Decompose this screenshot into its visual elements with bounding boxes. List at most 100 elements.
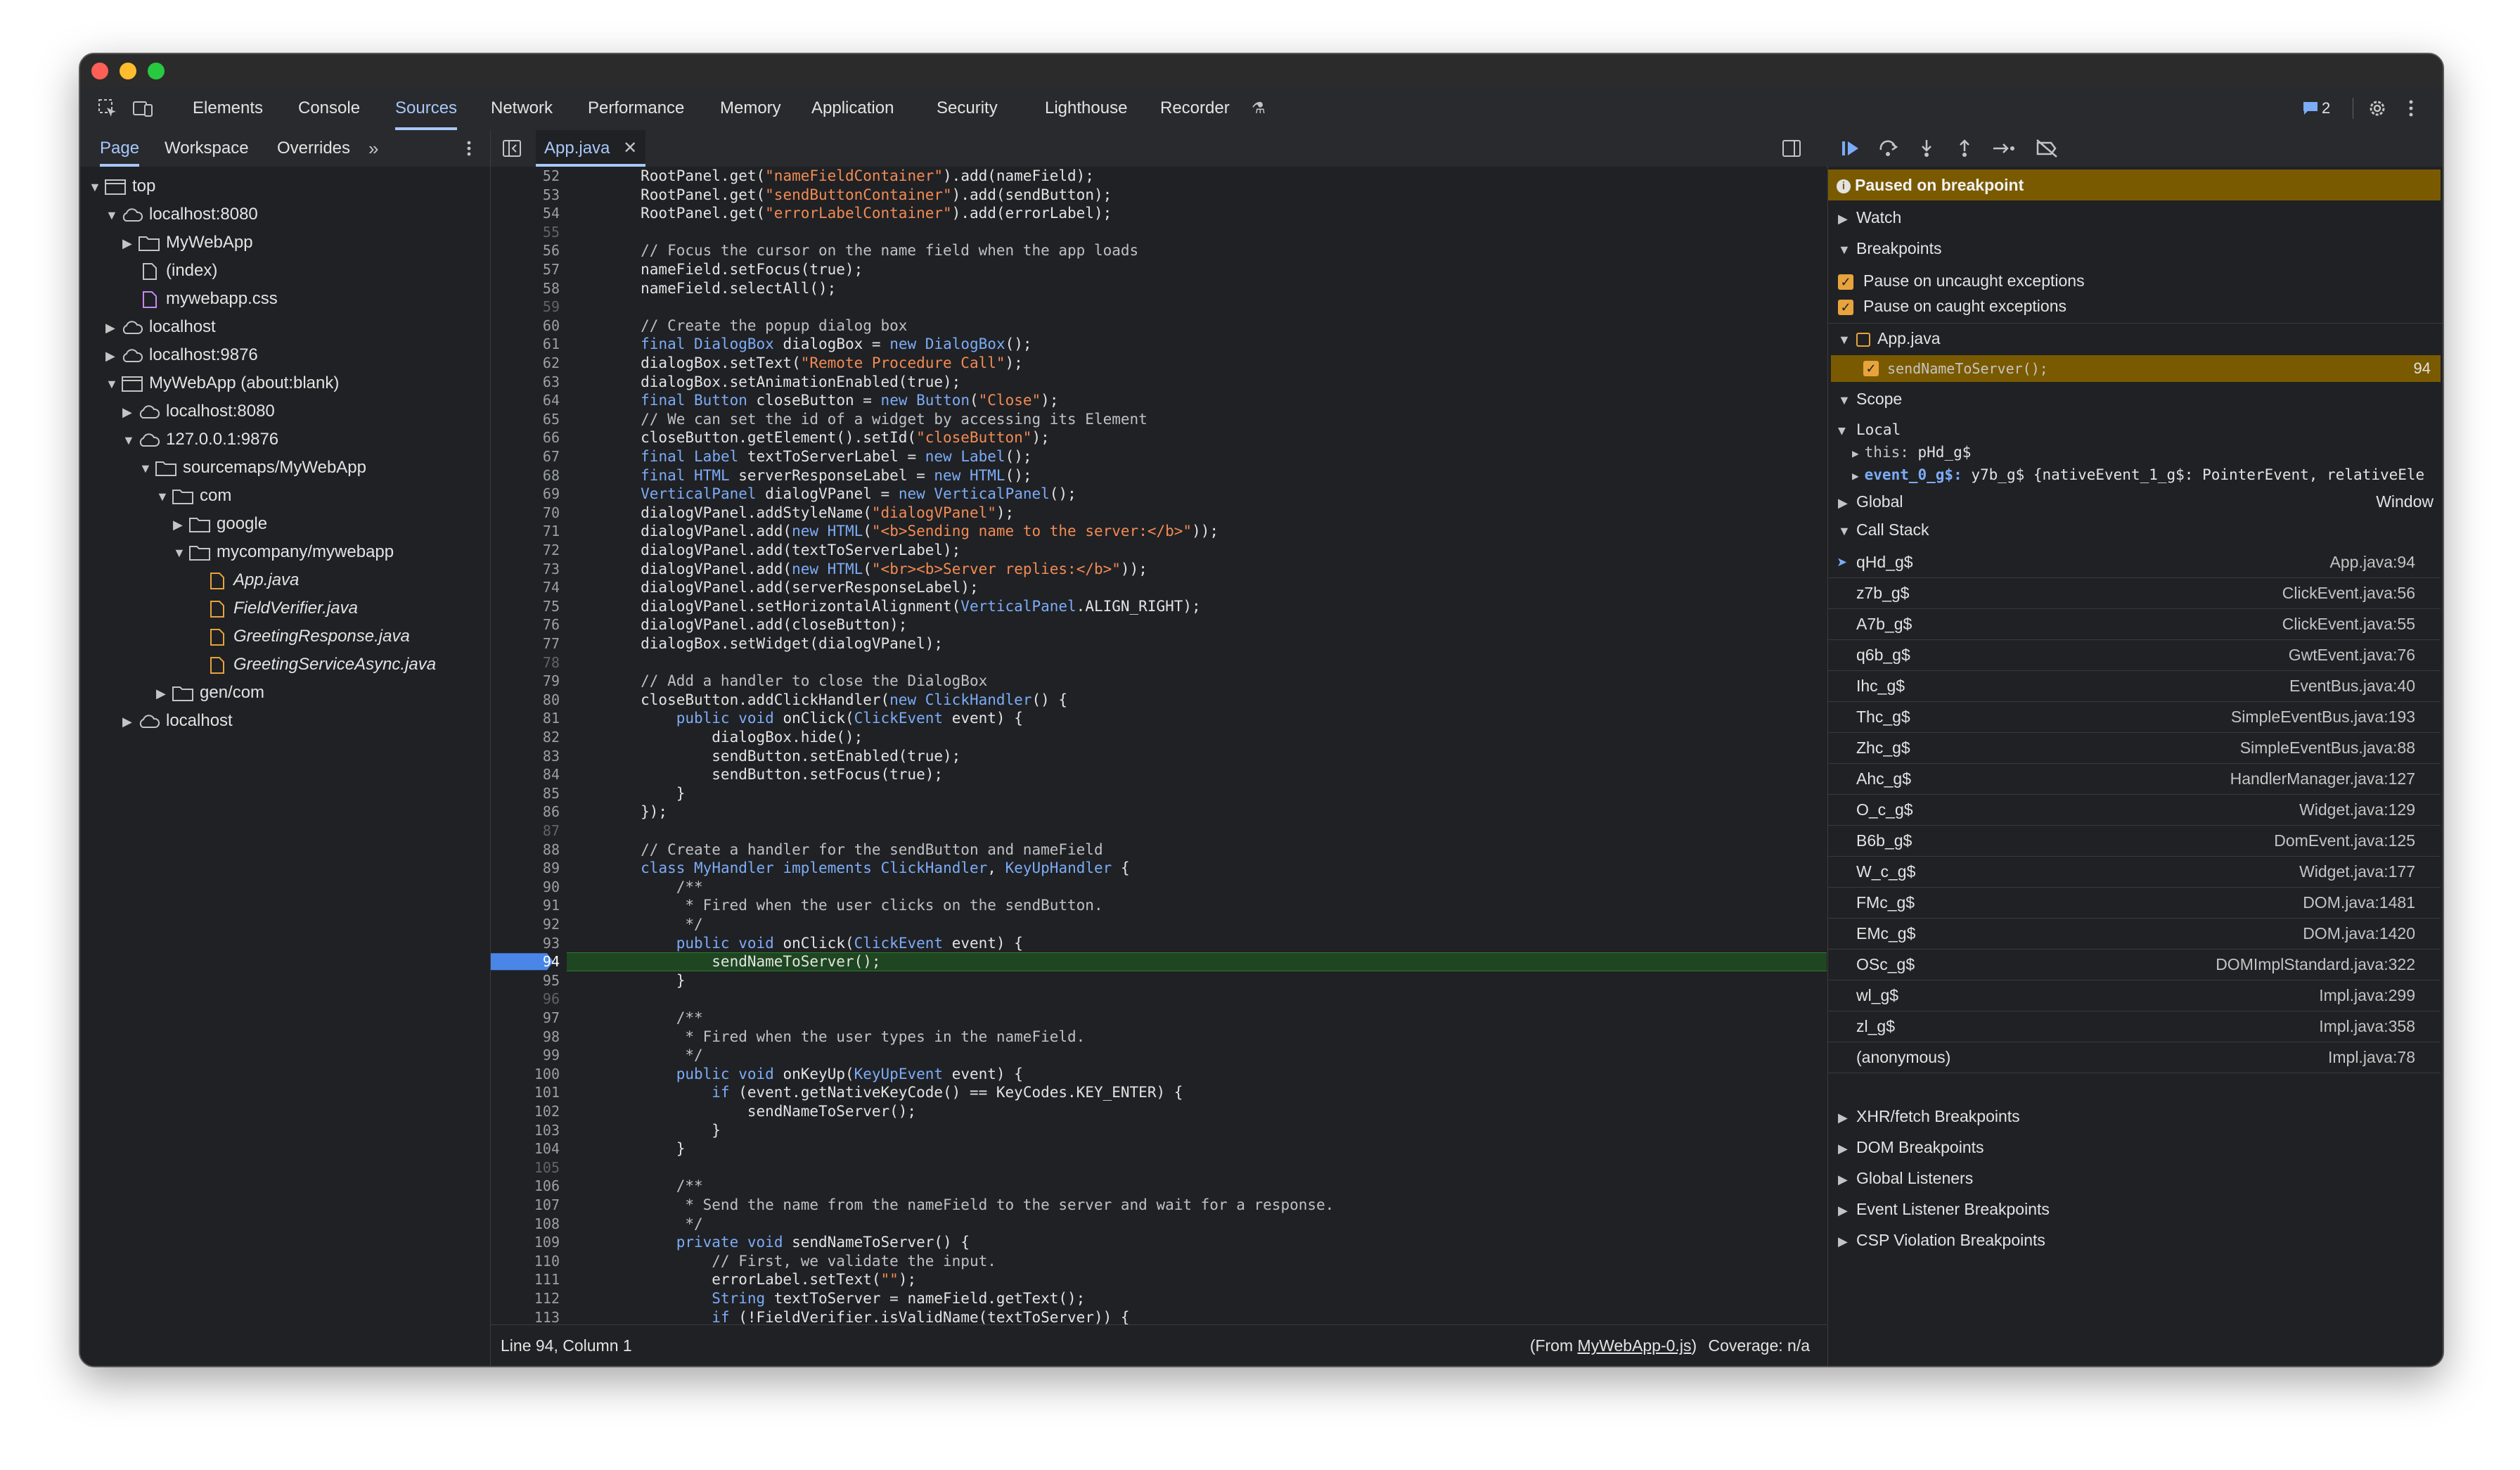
call-stack-frame[interactable]: O_c_g$ Widget.java:129	[1828, 794, 2441, 826]
tree-item[interactable]: ▶ gen/com	[156, 679, 264, 707]
line-number[interactable]: 72	[543, 541, 560, 560]
frame-location[interactable]: ClickEvent.java:55	[2282, 608, 2415, 639]
line-number[interactable]: 95	[543, 971, 560, 990]
debugger-section[interactable]: ▶ DOM Breakpoints	[1828, 1132, 2441, 1163]
frame-location[interactable]: Impl.java:78	[2328, 1042, 2415, 1073]
line-number[interactable]: 82	[543, 728, 560, 747]
line-number[interactable]: 56	[543, 241, 560, 260]
frame-location[interactable]: SimpleEventBus.java:88	[2240, 732, 2415, 763]
line-number[interactable]: 105	[534, 1158, 560, 1177]
line-number[interactable]: 96	[543, 990, 560, 1009]
collapse-arrow-icon[interactable]: ▼	[105, 201, 121, 229]
issues-icon[interactable]	[2302, 101, 2319, 116]
line-number[interactable]: 57	[543, 260, 560, 279]
frame-location[interactable]: App.java:94	[2330, 547, 2415, 577]
navigator-menu-icon[interactable]	[460, 139, 478, 158]
frame-location[interactable]: DOM.java:1481	[2303, 887, 2415, 918]
line-number[interactable]: 106	[534, 1177, 560, 1196]
call-stack-frame[interactable]: wl_g$ Impl.java:299	[1828, 980, 2441, 1011]
line-number[interactable]: 98	[543, 1028, 560, 1047]
call-stack-frame[interactable]: ➤ qHd_g$ App.java:94	[1828, 547, 2441, 578]
call-stack-frame[interactable]: Ahc_g$ HandlerManager.java:127	[1828, 763, 2441, 795]
line-number[interactable]: 84	[543, 765, 560, 784]
expand-arrow-icon[interactable]: ▶	[122, 398, 138, 426]
line-number[interactable]: 62	[543, 354, 560, 373]
settings-gear-icon[interactable]	[2367, 98, 2388, 119]
tab-memory[interactable]: Memory	[720, 87, 781, 130]
frame-location[interactable]: HandlerManager.java:127	[2230, 763, 2415, 794]
call-stack-frame[interactable]: z7b_g$ ClickEvent.java:56	[1828, 577, 2441, 609]
line-number[interactable]: 90	[543, 878, 560, 897]
line-number[interactable]: 61	[543, 335, 560, 354]
line-number[interactable]: 69	[543, 485, 560, 504]
tab-application[interactable]: Application	[811, 87, 894, 130]
call-stack-frame[interactable]: Thc_g$ SimpleEventBus.java:193	[1828, 701, 2441, 733]
frame-location[interactable]: GwtEvent.java:76	[2289, 639, 2415, 670]
line-number[interactable]: 66	[543, 428, 560, 447]
call-stack-frame[interactable]: Zhc_g$ SimpleEventBus.java:88	[1828, 732, 2441, 764]
line-number[interactable]: 59	[543, 298, 560, 317]
line-number[interactable]: 88	[543, 841, 560, 859]
tab-sources[interactable]: Sources	[395, 87, 458, 130]
toggle-debugger-icon[interactable]	[1782, 139, 1801, 158]
minimize-window-button[interactable]	[120, 63, 136, 79]
tree-item[interactable]: (index)	[122, 257, 217, 285]
line-number[interactable]: 111	[534, 1270, 560, 1289]
frame-location[interactable]: DomEvent.java:125	[2274, 825, 2415, 856]
breakpoint-checkbox[interactable]: ✓	[1863, 361, 1879, 376]
tree-item[interactable]: ▶ localhost:9876	[105, 341, 258, 369]
line-number[interactable]: 92	[543, 915, 560, 934]
call-stack-section[interactable]: ▼ Call Stack	[1828, 514, 2443, 545]
tab-network[interactable]: Network	[491, 87, 553, 130]
expand-arrow-icon[interactable]: ▶	[105, 342, 121, 370]
subtab-overrides[interactable]: Overrides	[277, 130, 350, 167]
tree-item[interactable]: ▶ localhost:8080	[122, 397, 275, 426]
expand-arrow-icon[interactable]: ▶	[122, 229, 138, 257]
expand-arrow-icon[interactable]: ▶	[105, 314, 121, 342]
line-number[interactable]: 101	[534, 1083, 560, 1102]
tab-lighthouse[interactable]: Lighthouse	[1045, 87, 1127, 130]
line-number[interactable]: 94	[543, 952, 560, 971]
pause-caught-row[interactable]: ✓ Pause on caught exceptions	[1828, 290, 2443, 321]
deactivate-breakpoints-icon[interactable]	[2036, 139, 2058, 158]
tree-item[interactable]: ▶ google	[173, 510, 267, 538]
tree-item[interactable]: mywebapp.css	[122, 285, 278, 313]
step-into-icon[interactable]	[1916, 139, 1937, 158]
more-options-icon[interactable]	[2400, 98, 2422, 119]
more-tabs-chevron-icon[interactable]: »	[368, 130, 378, 167]
frame-location[interactable]: ClickEvent.java:56	[2282, 577, 2415, 608]
tree-item[interactable]: FieldVerifier.java	[190, 594, 358, 622]
tree-item[interactable]: ▼ 127.0.0.1:9876	[122, 426, 278, 454]
line-number[interactable]: 58	[543, 279, 560, 298]
tab-console[interactable]: Console	[298, 87, 360, 130]
pause-uncaught-checkbox[interactable]: ✓	[1838, 274, 1853, 290]
call-stack-frame[interactable]: A7b_g$ ClickEvent.java:55	[1828, 608, 2441, 640]
zoom-window-button[interactable]	[148, 63, 165, 79]
line-number[interactable]: 102	[534, 1102, 560, 1121]
tree-item[interactable]: GreetingServiceAsync.java	[190, 651, 436, 679]
device-toolbar-icon[interactable]	[132, 98, 153, 119]
resume-icon[interactable]	[1840, 139, 1861, 158]
line-number[interactable]: 83	[543, 747, 560, 766]
call-stack-frame[interactable]: zl_g$ Impl.java:358	[1828, 1011, 2441, 1042]
collapse-arrow-icon[interactable]: ▼	[139, 454, 155, 482]
subtab-page[interactable]: Page	[100, 130, 140, 167]
issues-count[interactable]: 2	[2322, 87, 2330, 130]
call-stack-frame[interactable]: Ihc_g$ EventBus.java:40	[1828, 670, 2441, 702]
frame-location[interactable]: EventBus.java:40	[2289, 670, 2415, 701]
line-number[interactable]: 89	[543, 859, 560, 878]
debugger-section[interactable]: ▶ XHR/fetch Breakpoints	[1828, 1101, 2441, 1132]
frame-location[interactable]: DOMImplStandard.java:322	[2216, 949, 2415, 980]
tree-item[interactable]: GreetingResponse.java	[190, 622, 410, 651]
line-number[interactable]: 74	[543, 578, 560, 597]
line-number[interactable]: 80	[543, 691, 560, 710]
global-scope-row[interactable]: ▶ Global Window	[1828, 486, 2443, 517]
tab-security[interactable]: Security	[937, 87, 998, 130]
collapse-arrow-icon[interactable]: ▼	[122, 426, 138, 454]
line-number[interactable]: 73	[543, 560, 560, 579]
collapse-arrow-icon[interactable]: ▼	[156, 482, 172, 511]
line-number[interactable]: 77	[543, 634, 560, 653]
call-stack-frame[interactable]: W_c_g$ Widget.java:177	[1828, 856, 2441, 888]
line-number[interactable]: 110	[534, 1252, 560, 1271]
line-number[interactable]: 85	[543, 784, 560, 803]
